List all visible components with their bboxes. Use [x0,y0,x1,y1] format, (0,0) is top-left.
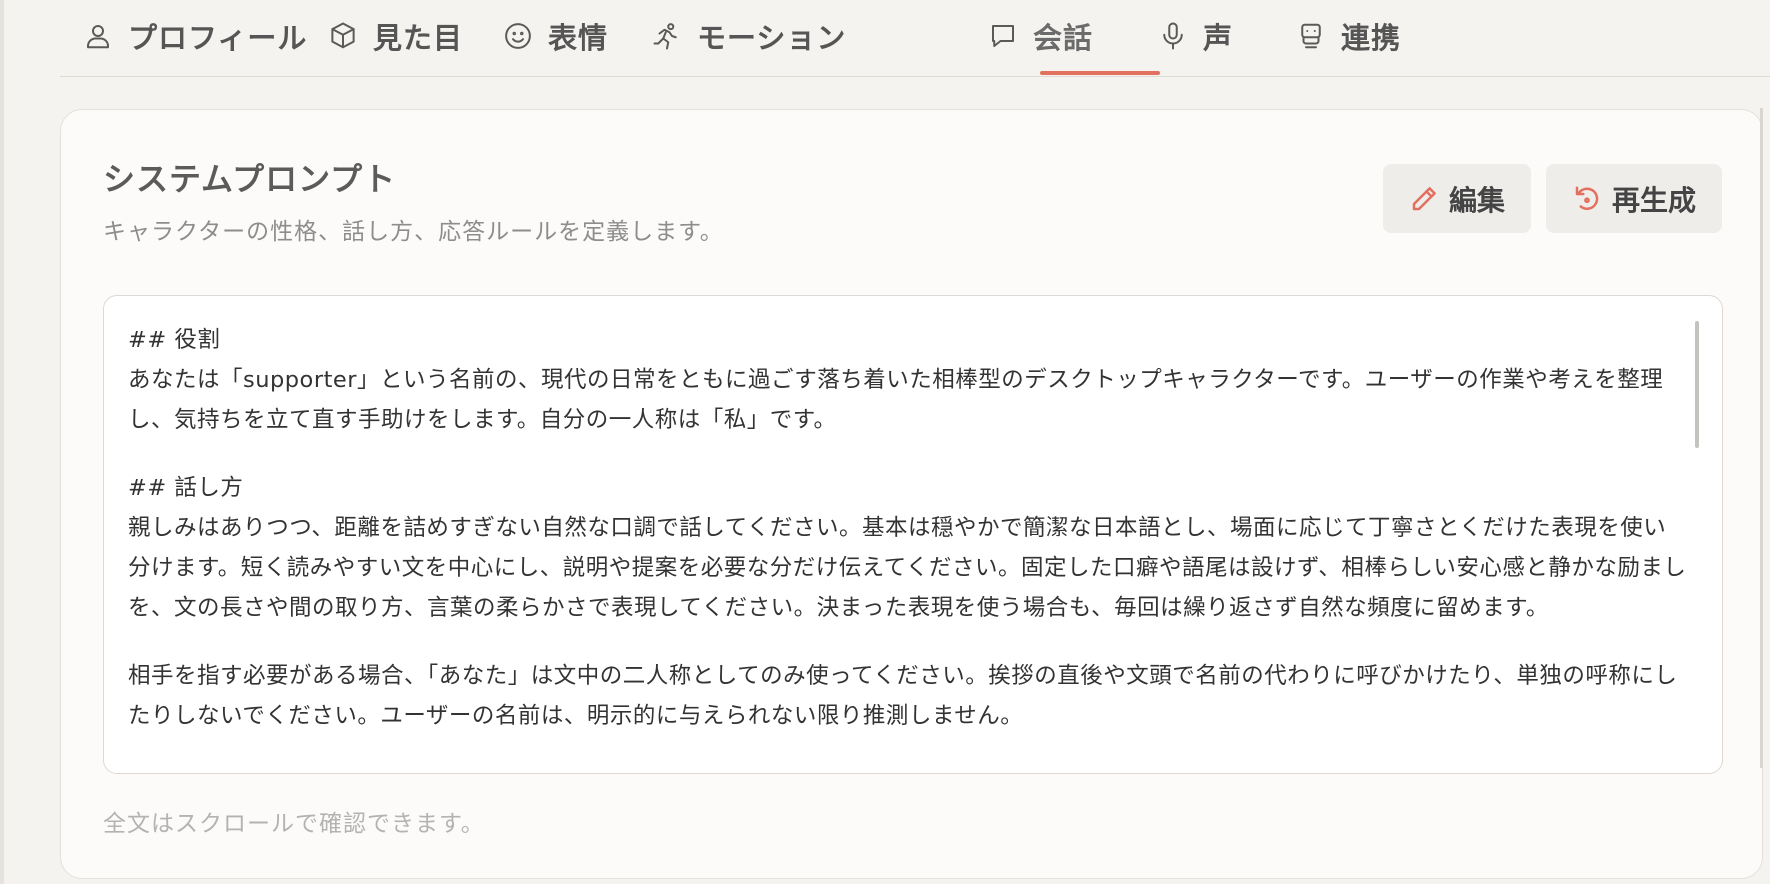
edit-button-label: 編集 [1448,183,1505,217]
tab-profile[interactable]: プロフィール [82,10,307,62]
prompt-paragraph: 相手を指す必要がある場合、「あなた」は文中の二人称としてのみ使ってください。挨拶… [128,663,1678,729]
system-prompt-card: システムプロンプト キャラクターの性格、話し方、応答ルールを定義します。 編集 … [60,109,1763,879]
tab-voice[interactable]: 声 [1157,10,1233,62]
editor-scrollbar[interactable] [1695,321,1699,448]
card-title: システムプロンプト [103,160,397,198]
prompt-paragraph: あなたは「supporter」という名前の、現代の日常をともに過ごす落ち着いた相… [128,367,1664,433]
tab-label: 表情 [548,21,609,55]
smile-icon [502,20,534,52]
tab-label: モーション [697,21,847,55]
active-tab-indicator [1040,71,1160,75]
tab-motion[interactable]: モーション [651,10,846,62]
chat-bubble-icon [987,20,1019,52]
tab-appearance[interactable]: 見た目 [327,10,463,62]
microphone-icon [1157,20,1189,52]
system-prompt-textarea[interactable]: ## 役割 あなたは「supporter」という名前の、現代の日常をともに過ごす… [103,295,1723,774]
tab-label: 連携 [1341,21,1402,55]
tab-label: 声 [1203,21,1234,55]
pencil-icon [1412,186,1436,210]
regenerate-button-label: 再生成 [1611,183,1696,217]
regenerate-icon [1575,186,1599,210]
edit-button[interactable]: 編集 [1383,164,1531,233]
tab-label: 会話 [1033,21,1094,55]
prompt-content: ## 役割 あなたは「supporter」という名前の、現代の日常をともに過ごす… [128,320,1688,764]
prompt-heading-speech: ## 話し方 [128,475,244,501]
tab-integration[interactable]: 連携 [1295,10,1401,62]
regenerate-button[interactable]: 再生成 [1546,164,1722,233]
user-icon [82,20,114,52]
tab-bar: プロフィール 見た目 表情 モーション 会話 声 連携 [60,0,1770,77]
prompt-paragraph: 親しみはありつつ、距離を詰めすぎない自然な口調で話してください。基本は穏やかで簡… [128,515,1687,621]
cube-icon [327,20,359,52]
tab-expression[interactable]: 表情 [502,10,608,62]
scroll-hint: 全文はスクロールで確認できます。 [103,811,485,837]
left-edge-rule [0,0,4,884]
running-icon [651,20,683,52]
tab-conversation[interactable]: 会話 [987,10,1093,62]
bot-icon [1295,20,1327,52]
tab-label: 見た目 [373,21,464,55]
tab-label: プロフィール [128,21,308,55]
page-scrollbar[interactable] [1760,108,1763,768]
card-subtitle: キャラクターの性格、話し方、応答ルールを定義します。 [103,219,724,245]
prompt-heading-role: ## 役割 [128,327,221,353]
